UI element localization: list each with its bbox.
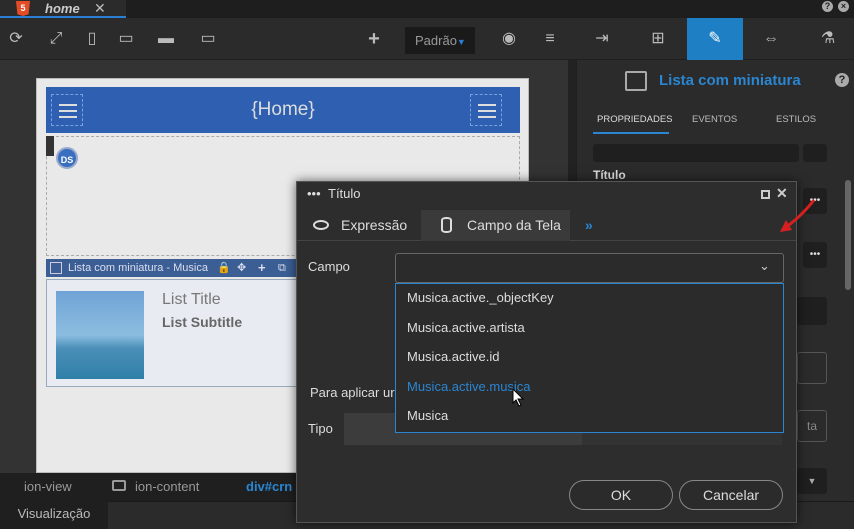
maximize-icon[interactable] — [761, 190, 770, 199]
dropdown-option[interactable]: Musica.active.id — [407, 349, 499, 364]
refresh-icon[interactable]: ⟳ — [4, 18, 28, 60]
tab-expressao[interactable]: Expressão — [341, 210, 407, 241]
close-icon[interactable]: ✕ — [94, 0, 106, 17]
cancel-button[interactable]: Cancelar — [679, 480, 783, 510]
tab-properties[interactable]: PROPRIEDADES — [597, 114, 673, 125]
tab-events[interactable]: EVENTOS — [692, 114, 737, 125]
tablet-icon[interactable]: ▭ — [114, 18, 138, 60]
database-icon — [441, 217, 452, 233]
list-icon — [50, 262, 62, 274]
header-title: {Home} — [251, 99, 315, 120]
property-button[interactable] — [803, 144, 827, 162]
monitor-icon[interactable]: ▭ — [196, 18, 220, 60]
tipo-label: Tipo — [308, 421, 333, 436]
close-icon[interactable]: × — [838, 1, 849, 12]
add-icon[interactable]: + — [258, 259, 266, 277]
menu-icon[interactable] — [470, 94, 502, 126]
tab-bar — [0, 0, 854, 18]
panel-title: Lista com miniatura — [659, 72, 801, 89]
lock-icon[interactable]: 🔒 — [217, 259, 231, 277]
help-icon[interactable]: ? — [835, 73, 849, 87]
list-icon — [625, 71, 647, 91]
dropdown-option[interactable]: Musica.active.artista — [407, 320, 525, 335]
copy-icon[interactable]: ⧉ — [278, 259, 286, 277]
property-field[interactable] — [593, 144, 799, 162]
more-button[interactable]: ••• — [803, 242, 827, 268]
tree-icon[interactable]: ⊞ — [646, 18, 670, 60]
component-label: Lista com miniatura - Musica — [68, 262, 208, 274]
pen-icon[interactable]: ✎ — [703, 18, 727, 60]
apply-label: Para aplicar ur — [310, 385, 395, 400]
chevron-down-icon[interactable]: ⌄ — [759, 258, 770, 274]
eye-icon — [313, 220, 329, 230]
desktop-icon[interactable]: ▬ — [154, 18, 178, 60]
import-icon[interactable]: ⇥ — [590, 18, 614, 60]
tab-title[interactable]: home — [45, 0, 80, 17]
property-field[interactable] — [797, 352, 827, 384]
breadcrumb-item[interactable]: div#crn — [246, 473, 292, 501]
active-tab-indicator — [593, 132, 669, 134]
thumbnail-image — [56, 291, 144, 379]
breadcrumb-item[interactable]: ion-content — [135, 473, 199, 501]
dropdown-option[interactable]: Musica — [407, 408, 448, 423]
add-icon[interactable]: + — [362, 18, 386, 60]
panel-scrollbar[interactable] — [845, 180, 851, 290]
mouse-cursor-icon — [512, 388, 525, 407]
eye-icon[interactable]: ◉ — [497, 18, 521, 60]
menu-icon[interactable] — [51, 94, 83, 126]
property-field[interactable] — [797, 297, 827, 325]
move-icon[interactable]: ✥ — [237, 259, 246, 277]
device-selector[interactable]: Padrão▼ — [405, 27, 475, 54]
question-icon[interactable]: ? — [822, 1, 833, 12]
database-icon[interactable]: ≡ — [538, 18, 562, 60]
drag-handle[interactable] — [46, 136, 54, 156]
breadcrumb-item[interactable]: ion-view — [24, 473, 72, 501]
phone-icon[interactable]: ▯ — [80, 18, 104, 60]
dropdown-option[interactable]: Musica.active._objectKey — [407, 290, 554, 305]
annotation-arrow-icon — [780, 199, 816, 232]
list-subtitle: List Subtitle — [162, 314, 243, 330]
monitor-icon — [112, 480, 126, 491]
ds-logo: DS — [56, 147, 78, 169]
campo-select[interactable] — [395, 253, 784, 283]
device-selector-label: Padrão — [415, 33, 457, 48]
dialog-title: Título — [328, 186, 361, 201]
ok-button[interactable]: OK — [569, 480, 673, 510]
titulo-label: Título — [593, 168, 626, 182]
tab-campo-da-tela-label: Campo da Tela — [467, 217, 561, 233]
visualization-tab[interactable]: Visualização — [0, 501, 108, 529]
expand-icon[interactable]: ⤢ — [44, 18, 68, 60]
flask-icon[interactable]: ⚗ — [816, 18, 840, 60]
dots-icon: ••• — [307, 186, 321, 201]
tab-styles[interactable]: ESTILOS — [776, 114, 816, 125]
more-tabs-icon[interactable]: » — [585, 210, 593, 241]
property-button[interactable]: ta — [797, 410, 827, 442]
chevron-down-icon: ▼ — [456, 37, 466, 47]
campo-label: Campo — [308, 259, 350, 274]
html5-icon: 5 — [16, 1, 30, 16]
chevron-down-icon[interactable]: ▼ — [797, 468, 827, 494]
swap-icon[interactable]: ⇔ — [759, 18, 783, 60]
list-title: List Title — [162, 291, 221, 308]
